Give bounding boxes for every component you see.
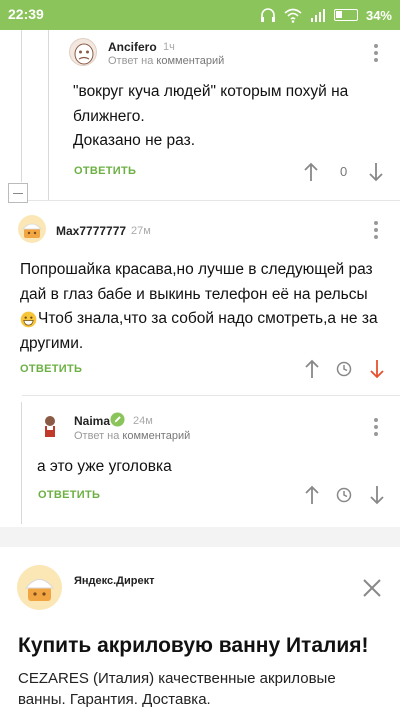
- thread-line-reply: [21, 402, 22, 524]
- reply-to-meta: Ответ на комментарий: [74, 430, 190, 442]
- reply-to-link[interactable]: комментарий: [156, 55, 224, 67]
- arrow-up-icon[interactable]: [303, 162, 319, 182]
- reply-button[interactable]: ОТВЕТИТЬ: [38, 489, 100, 501]
- comment-author[interactable]: Max7777777: [56, 224, 126, 238]
- arrow-up-icon[interactable]: [304, 485, 320, 505]
- thread-line-outer: [21, 30, 22, 182]
- battery-percent: 34%: [365, 7, 392, 23]
- ad-desc-line: ванны. Гарантия. Доставка.: [18, 691, 211, 708]
- clock-icon[interactable]: [336, 487, 352, 503]
- rating-count: 0: [340, 164, 348, 179]
- ad-desc-line: CEZARES (Италия) качественные акриловые: [18, 670, 336, 687]
- comment-line: а это уже уголовка: [37, 458, 172, 475]
- comment-line-with-emoji: Чтоб знала,что за собой надо смотреть,а …: [20, 307, 395, 332]
- grinning-face-icon: [20, 311, 37, 328]
- arrow-down-icon[interactable]: [369, 485, 385, 505]
- comment-author[interactable]: Ancifero: [108, 40, 157, 54]
- collapse-icon[interactable]: [8, 183, 28, 203]
- comment-body: Попрошайка красава,но лучше в следующей …: [20, 258, 395, 356]
- avatar[interactable]: [69, 38, 97, 66]
- comment-line: другими.: [20, 334, 84, 352]
- wifi-icon: [284, 8, 302, 23]
- comment-author[interactable]: Naima: [74, 414, 110, 428]
- status-time: 22:39: [8, 6, 44, 22]
- kebab-menu-icon[interactable]: [373, 221, 379, 239]
- headphones-icon: [260, 8, 275, 22]
- comment-line: дай в глаз бабе и выкинь телефон её на р…: [20, 285, 368, 303]
- close-icon[interactable]: [362, 578, 382, 598]
- ad-separator: [0, 527, 400, 547]
- comment-line: "вокруг куча людей" которым похуй на: [73, 83, 349, 100]
- ad-source: Яндекс.Директ: [74, 575, 155, 587]
- reply-to-prefix: Ответ на: [74, 430, 120, 442]
- clock-icon[interactable]: [336, 361, 352, 377]
- reply-to-link[interactable]: комментарий: [122, 430, 190, 442]
- arrow-down-icon[interactable]: [368, 162, 384, 182]
- thread-line-nested: [48, 30, 49, 200]
- status-bar: 22:39 34%: [0, 0, 400, 30]
- comment-line: ближнего.: [73, 107, 145, 125]
- battery-icon: [333, 9, 358, 21]
- pencil-badge-icon: [110, 412, 125, 427]
- comment-line: Доказано не раз.: [73, 132, 196, 149]
- arrow-up-icon[interactable]: [304, 359, 320, 379]
- reply-button[interactable]: ОТВЕТИТЬ: [20, 363, 82, 375]
- avatar[interactable]: [36, 412, 64, 440]
- comment-body: а это уже уголовка: [37, 455, 392, 480]
- comment-time: 27м: [131, 225, 151, 237]
- comment-line: Попрошайка красава,но лучше в следующей …: [20, 261, 373, 278]
- kebab-menu-icon[interactable]: [373, 44, 379, 62]
- signal-icon: [310, 9, 325, 22]
- avatar[interactable]: [18, 215, 46, 243]
- ad-description: CEZARES (Италия) качественные акриловые …: [18, 668, 388, 710]
- reply-button[interactable]: ОТВЕТИТЬ: [74, 165, 136, 177]
- reply-to-meta: Ответ на комментарий: [108, 55, 224, 67]
- divider: [22, 200, 400, 201]
- comment-line: Чтоб знала,что за собой надо смотреть,а …: [38, 310, 378, 327]
- ad-title[interactable]: Купить акриловую ванну Италия!: [18, 634, 369, 658]
- status-icons: 34%: [260, 6, 392, 24]
- comment-body: "вокруг куча людей" которым похуй на бли…: [73, 80, 393, 154]
- arrow-down-icon[interactable]: [369, 359, 385, 379]
- kebab-menu-icon[interactable]: [373, 418, 379, 436]
- divider: [22, 395, 400, 396]
- ad-logo: [17, 565, 62, 610]
- comment-time: 24м: [133, 415, 153, 427]
- comment-time: 1ч: [163, 41, 175, 53]
- reply-to-prefix: Ответ на: [108, 55, 154, 67]
